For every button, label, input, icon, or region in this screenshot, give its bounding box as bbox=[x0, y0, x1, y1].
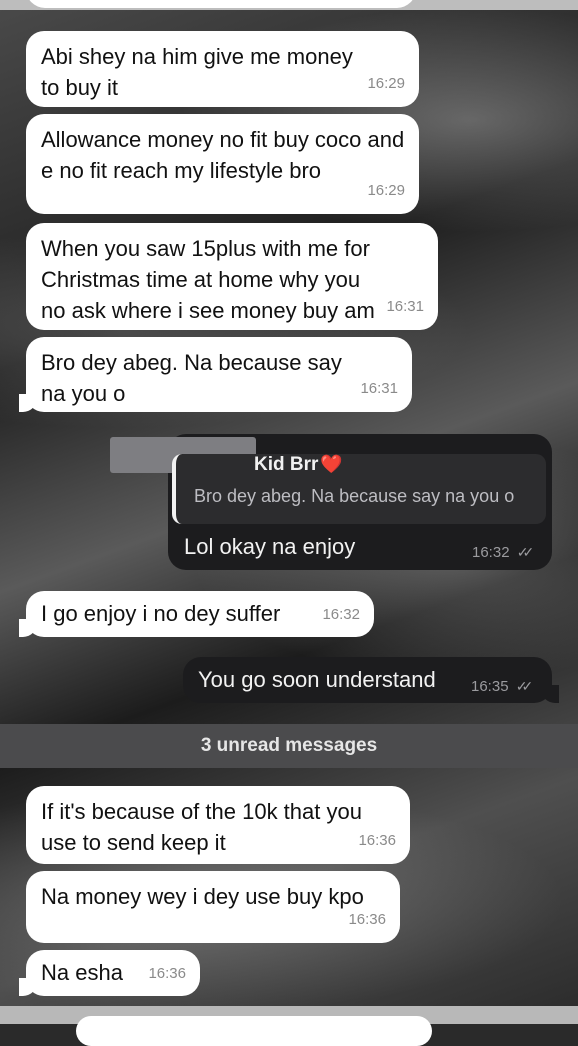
reply-author-name: Kid Brr ❤️ bbox=[254, 454, 343, 475]
message-time: 16:29 bbox=[367, 182, 405, 199]
message-text: Na money wey i dey use buy kpo bbox=[41, 884, 364, 909]
message-bubble-incoming[interactable]: I go enjoy i no dey suffer 16:32 bbox=[19, 591, 374, 637]
message-text: When you saw 15plus with me for Christma… bbox=[41, 236, 375, 323]
message-bubble-incoming[interactable]: When you saw 15plus with me for Christma… bbox=[26, 223, 438, 330]
message-time: 16:36 bbox=[148, 965, 186, 982]
message-bubble-incoming[interactable]: If it's because of the 10k that you use … bbox=[26, 786, 410, 864]
message-bubble-incoming[interactable]: Allowance money no fit buy coco and e no… bbox=[26, 114, 419, 214]
message-text: Allowance money no fit buy coco and e no… bbox=[41, 127, 405, 183]
unread-label: 3 unread messages bbox=[200, 735, 378, 756]
message-time: 16:32 bbox=[472, 544, 510, 561]
previous-message-bubble[interactable] bbox=[26, 0, 416, 8]
message-text: Bro dey abeg. Na because say na you o bbox=[41, 350, 342, 406]
message-time: 16:36 bbox=[358, 832, 396, 849]
message-text: Abi shey na him give me money to buy it bbox=[41, 44, 353, 100]
message-time: 16:35 bbox=[471, 678, 509, 695]
previous-message-edge bbox=[0, 0, 578, 10]
double-check-icon: ✓✓ bbox=[516, 544, 535, 560]
next-message-bubble[interactable] bbox=[76, 1016, 432, 1046]
heart-emoji-icon: ❤️ bbox=[320, 454, 343, 474]
double-check-icon: ✓✓ bbox=[515, 678, 534, 694]
message-bubble-incoming[interactable]: Na money wey i dey use buy kpo 16:36 bbox=[26, 871, 400, 943]
next-message-edge bbox=[0, 1006, 578, 1046]
message-time: 16:29 bbox=[367, 75, 405, 92]
message-time: 16:32 bbox=[322, 606, 360, 623]
message-time: 16:31 bbox=[360, 380, 398, 397]
message-time: 16:36 bbox=[348, 911, 386, 928]
reply-preview[interactable]: Kid Brr ❤️ Bro dey abeg. Na because say n… bbox=[172, 440, 548, 524]
message-text: If it's because of the 10k that you use … bbox=[41, 799, 362, 855]
message-text: Lol okay na enjoy bbox=[184, 534, 356, 559]
message-bubble-incoming[interactable]: Abi shey na him give me money to buy it … bbox=[26, 31, 419, 107]
unread-messages-divider: 3 unread messages bbox=[0, 724, 578, 768]
reply-quote-text: Bro dey abeg. Na because say na you o bbox=[194, 486, 515, 506]
message-bubble-incoming[interactable]: Na esha 16:36 bbox=[19, 950, 200, 996]
message-time: 16:31 bbox=[386, 298, 424, 315]
message-bubble-incoming[interactable]: Bro dey abeg. Na because say na you o 16… bbox=[19, 337, 412, 412]
message-meta: 16:32 ✓✓ bbox=[472, 544, 535, 561]
message-text: You go soon understand bbox=[198, 667, 436, 692]
message-text: I go enjoy i no dey suffer bbox=[41, 601, 281, 626]
message-meta: 16:35 ✓✓ bbox=[471, 678, 534, 695]
message-text: Na esha bbox=[41, 960, 123, 985]
